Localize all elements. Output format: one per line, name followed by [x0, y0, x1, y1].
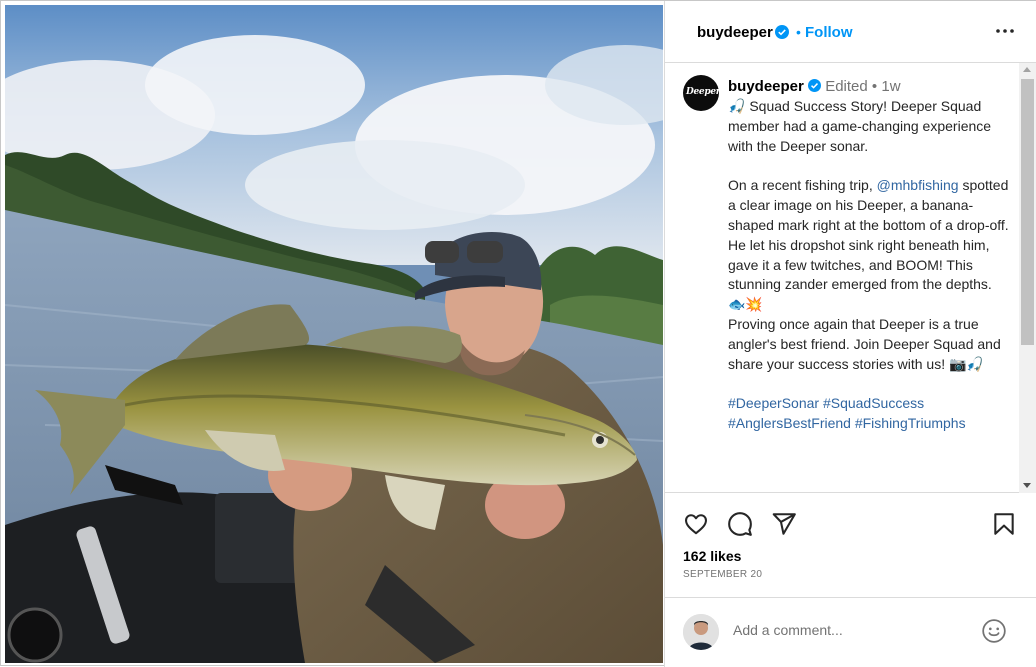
share-icon[interactable] — [771, 511, 797, 537]
verified-badge-icon — [808, 79, 822, 92]
author-avatar[interactable]: Deeper — [683, 75, 721, 111]
follow-button[interactable]: Follow — [805, 24, 853, 41]
verified-badge-icon — [775, 25, 789, 44]
mention-link[interactable]: @mhbfishing — [877, 177, 959, 193]
caption-scrollbar[interactable] — [1019, 63, 1036, 493]
scroll-up-arrow-icon[interactable] — [1023, 67, 1031, 72]
comment-icon[interactable] — [727, 511, 753, 537]
emoji-icon[interactable] — [981, 618, 1007, 644]
current-user-avatar — [683, 614, 719, 650]
post-time[interactable]: 1w — [881, 78, 900, 95]
edited-label: Edited — [825, 78, 868, 95]
caption-text: 🎣 Squad Success Story! Deeper Squad memb… — [728, 97, 1013, 434]
heart-icon[interactable] — [683, 511, 709, 537]
more-options-icon[interactable] — [993, 19, 1017, 43]
caption-area: Deeper buydeeper Edited • 1w 🎣 Squad Suc… — [665, 63, 1036, 493]
post-modal: buydeeper • Follow Deeper buydeeper Edit… — [0, 0, 1036, 667]
deeper-logo: Deeper — [686, 87, 721, 97]
bookmark-icon[interactable] — [991, 511, 1017, 537]
meta-dot: • — [871, 78, 878, 95]
post-side-panel: buydeeper • Follow Deeper buydeeper Edit… — [664, 1, 1036, 667]
caption-text-part: On a recent fishing trip, — [728, 177, 877, 194]
post-actions: 162 likes SEPTEMBER 20 — [665, 493, 1036, 597]
header-username[interactable]: buydeeper — [697, 24, 773, 41]
caption-text-part: spotted a clear image on his Deeper, a b… — [728, 177, 1013, 313]
caption-paragraph: On a recent fishing trip, @mhbfishing sp… — [728, 176, 1013, 315]
caption-paragraph: Proving once again that Deeper is a true… — [728, 315, 1005, 372]
angler-with-zander-photo — [5, 5, 663, 663]
comment-input[interactable] — [733, 622, 963, 638]
comment-bar — [665, 597, 1036, 667]
like-count[interactable]: 162 likes — [683, 548, 741, 564]
post-header: buydeeper • Follow — [665, 1, 1036, 63]
scroll-down-arrow-icon[interactable] — [1023, 483, 1031, 488]
post-photo[interactable] — [5, 5, 663, 663]
caption-username[interactable]: buydeeper — [728, 78, 804, 95]
hashtag-links[interactable]: #DeeperSonar #SquadSuccess #AnglersBestF… — [728, 394, 1013, 434]
caption-paragraph: 🎣 Squad Success Story! Deeper Squad memb… — [728, 98, 995, 154]
post-date: SEPTEMBER 20 — [683, 569, 763, 580]
caption-header: buydeeper Edited • 1w — [728, 77, 901, 97]
scrollbar-thumb[interactable] — [1021, 79, 1034, 345]
separator-dot: • — [796, 24, 801, 40]
